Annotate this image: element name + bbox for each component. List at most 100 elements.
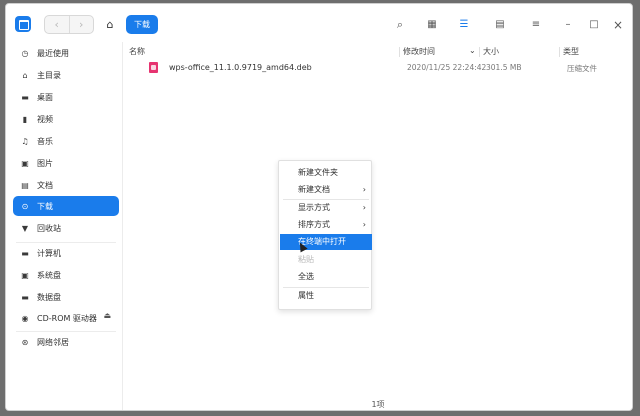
computer-icon: ▬ (21, 248, 29, 258)
cdrom-icon: ◉ (21, 313, 29, 323)
menu-item-properties[interactable]: 属性 (280, 288, 372, 304)
list-view-button[interactable]: ☰ (454, 15, 474, 34)
list-view-icon: ☰ (459, 19, 469, 30)
column-divider (559, 47, 560, 57)
file-manager-app-icon (15, 16, 31, 32)
file-name: wps-office_11.1.0.9719_amd64.deb (169, 63, 312, 72)
file-list-area[interactable]: 名称 修改时间 ⌄ 大小 类型 wps-office_11.1.0.9719_a… (122, 42, 632, 410)
sidebar-item-label: 网络邻居 (37, 337, 69, 347)
sidebar-item-network[interactable]: ⊛ 网络邻居 (13, 332, 119, 352)
sidebar-item-downloads[interactable]: ⊙ 下载 (13, 196, 119, 216)
column-header-type[interactable]: 类型 (563, 46, 579, 57)
sidebar-item-label: CD-ROM 驱动器 (37, 313, 97, 323)
deb-package-icon (149, 62, 158, 73)
sidebar-item-home[interactable]: ⌂ 主目录 (13, 65, 119, 85)
sidebar-item-recent[interactable]: ◷ 最近使用 (13, 43, 119, 63)
file-size: 301.5 MB (486, 63, 522, 72)
disk-icon: ▬ (21, 292, 29, 302)
menu-item-label: 全选 (298, 272, 314, 281)
disk-icon: ▣ (21, 270, 29, 280)
title-bar: ‹ › ⌂ 下载 ⌕ ▦ ☰ ▤ ≡ – □ × (6, 4, 632, 42)
sidebar-item-label: 主目录 (37, 70, 61, 80)
menu-item-select-all[interactable]: 全选 (280, 269, 372, 285)
maximize-button[interactable]: □ (584, 15, 604, 34)
search-icon: ⌕ (396, 17, 404, 31)
home-button[interactable]: ⌂ (100, 15, 120, 34)
minimize-button[interactable]: – (558, 15, 578, 34)
column-divider (399, 47, 400, 57)
grid-view-icon: ▦ (427, 19, 437, 30)
close-icon: × (612, 17, 624, 32)
main-menu-button[interactable]: ≡ (526, 15, 546, 34)
back-arrow-icon: ‹ (54, 18, 59, 31)
video-icon: ▮ (22, 114, 28, 124)
menu-item-display-mode[interactable]: 显示方式 › (280, 200, 372, 216)
sidebar-item-system-disk[interactable]: ▣ 系统盘 (13, 265, 119, 285)
sidebar-item-trash[interactable]: ▼ 回收站 (13, 218, 119, 238)
sidebar-item-videos[interactable]: ▮ 视频 (13, 109, 119, 129)
menu-item-label: 排序方式 (298, 220, 330, 229)
menu-item-label: 显示方式 (298, 203, 330, 212)
detail-view-icon: ▤ (495, 19, 505, 30)
clock-icon: ◷ (21, 48, 29, 58)
close-button[interactable]: × (608, 15, 628, 34)
menu-item-new-document[interactable]: 新建文档 › (280, 182, 372, 198)
sidebar-item-label: 回收站 (37, 223, 61, 233)
sidebar-item-label: 桌面 (37, 92, 53, 102)
detail-view-button[interactable]: ▤ (490, 15, 510, 34)
sidebar-item-documents[interactable]: ▤ 文档 (13, 175, 119, 195)
sidebar-item-label: 下载 (37, 201, 53, 211)
menu-item-label: 新建文档 (298, 185, 330, 194)
context-menu: 新建文件夹 新建文档 › 显示方式 › 排序方式 › 在终端中打开 粘贴 全选 … (278, 160, 372, 310)
sidebar-item-label: 系统盘 (37, 270, 61, 280)
sidebar: ◷ 最近使用 ⌂ 主目录 ▬ 桌面 ▮ 视频 ♫ 音乐 ▣ 图片 ▤ 文档 ⊙ (6, 42, 119, 410)
download-icon: ⊙ (21, 201, 29, 211)
back-button[interactable]: ‹ (45, 16, 69, 33)
sidebar-item-label: 视频 (37, 114, 53, 124)
column-header-name[interactable]: 名称 (129, 46, 145, 57)
sidebar-item-label: 图片 (37, 158, 53, 168)
status-item-count: 1项 (371, 400, 385, 409)
navigation-buttons: ‹ › (44, 15, 94, 34)
network-icon: ⊛ (21, 337, 29, 347)
sidebar-item-pictures[interactable]: ▣ 图片 (13, 153, 119, 173)
menu-item-label: 粘贴 (298, 255, 314, 264)
column-header-size[interactable]: 大小 (483, 46, 499, 57)
sidebar-item-cdrom[interactable]: ◉ CD-ROM 驱动器 ⏏ (13, 308, 119, 328)
chevron-right-icon: › (362, 220, 366, 229)
chevron-right-icon: › (362, 203, 366, 212)
picture-icon: ▣ (21, 158, 29, 168)
document-icon: ▤ (21, 180, 29, 190)
menu-item-label: 属性 (298, 291, 314, 300)
trash-icon: ▼ (21, 223, 29, 233)
chevron-right-icon: › (362, 185, 366, 194)
forward-arrow-icon: › (79, 18, 84, 31)
file-modified: 2020/11/25 22:24:42 (407, 63, 487, 72)
sidebar-item-computer[interactable]: ▬ 计算机 (13, 243, 119, 263)
search-button[interactable]: ⌕ (390, 15, 410, 34)
sidebar-item-label: 音乐 (37, 136, 53, 146)
menu-item-open-in-terminal[interactable]: 在终端中打开 (280, 234, 372, 250)
icon-view-button[interactable]: ▦ (422, 15, 442, 34)
sort-chevron-icon: ⌄ (469, 46, 476, 55)
forward-button[interactable]: › (68, 16, 94, 33)
minimize-icon: – (565, 19, 571, 30)
column-divider (479, 47, 480, 57)
menu-icon: ≡ (531, 19, 541, 30)
sidebar-item-desktop[interactable]: ▬ 桌面 (13, 87, 119, 107)
eject-icon[interactable]: ⏏ (103, 311, 111, 320)
file-manager-window: ‹ › ⌂ 下载 ⌕ ▦ ☰ ▤ ≡ – □ × ◷ 最近使用 ⌂ 主目录 ▬ … (5, 3, 633, 411)
menu-item-sort-by[interactable]: 排序方式 › (280, 217, 372, 233)
sidebar-item-music[interactable]: ♫ 音乐 (13, 131, 119, 151)
column-header-modified[interactable]: 修改时间 (403, 46, 435, 57)
menu-item-paste[interactable]: 粘贴 (280, 252, 372, 268)
sidebar-item-data-disk[interactable]: ▬ 数据盘 (13, 287, 119, 307)
table-row[interactable]: wps-office_11.1.0.9719_amd64.deb 2020/11… (139, 60, 625, 76)
home-icon: ⌂ (22, 70, 28, 80)
file-type: 压缩文件 (567, 64, 597, 73)
music-icon: ♫ (21, 136, 29, 146)
desktop-icon: ▬ (21, 92, 29, 102)
sidebar-item-label: 计算机 (37, 248, 61, 258)
menu-item-new-folder[interactable]: 新建文件夹 (280, 165, 372, 181)
breadcrumb-downloads[interactable]: 下载 (126, 15, 158, 34)
